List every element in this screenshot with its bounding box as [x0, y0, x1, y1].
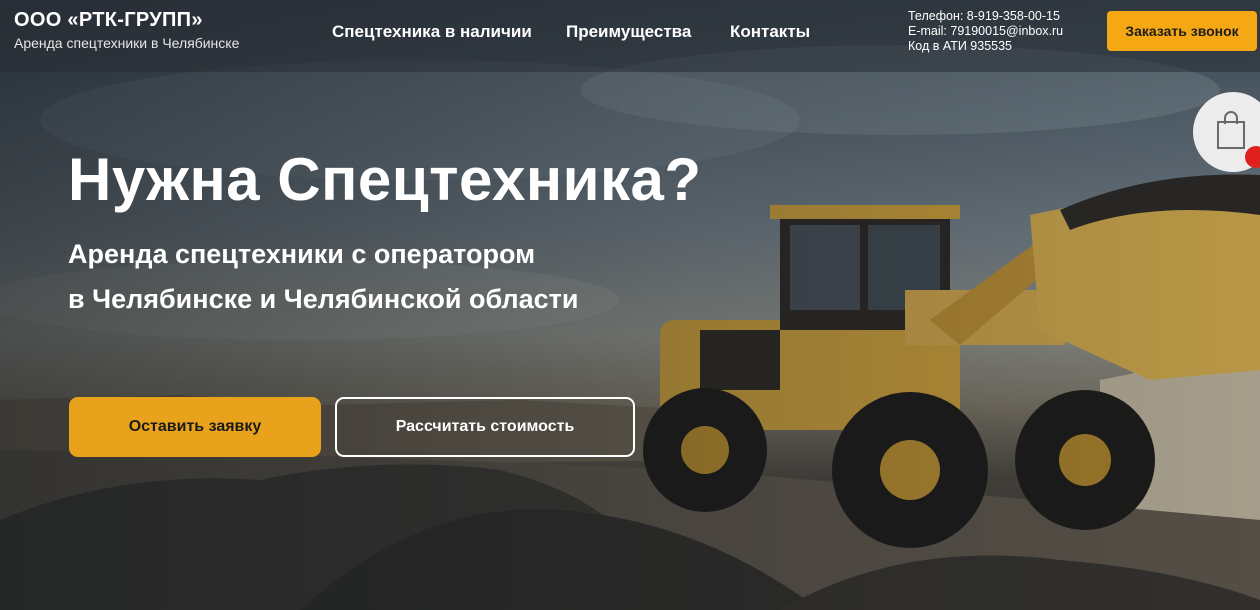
- header-contacts: Телефон: 8-919-358-00-15 E-mail: 7919001…: [908, 9, 1063, 54]
- order-call-button[interactable]: Заказать звонок: [1107, 11, 1257, 51]
- cart-count-badge: [1245, 146, 1260, 168]
- company-tagline: Аренда спецтехники в Челябинске: [14, 35, 240, 51]
- contact-email[interactable]: E-mail: 79190015@inbox.ru: [908, 24, 1063, 39]
- contact-ati-code: Код в АТИ 935535: [908, 39, 1013, 53]
- shopping-bag-icon: [1217, 111, 1245, 149]
- hero-subtitle: Аренда спецтехники с оператором в Челяби…: [68, 232, 578, 322]
- contact-phone[interactable]: Телефон: 8-919-358-00-15: [908, 9, 1063, 24]
- site-header: ООО «РТК-ГРУПП» Аренда спецтехники в Чел…: [0, 0, 1260, 72]
- company-name[interactable]: ООО «РТК-ГРУПП»: [14, 9, 203, 32]
- hero-title: Нужна Спецтехника?: [68, 146, 702, 213]
- hero-section: Нужна Спецтехника? Аренда спецтехники с …: [0, 0, 1260, 610]
- hero-subtitle-line-1: Аренда спецтехники с оператором: [68, 239, 536, 269]
- calculate-cost-button[interactable]: Рассчитать стоимость: [335, 397, 635, 457]
- nav-item-advantages[interactable]: Преимущества: [566, 22, 691, 42]
- nav-item-contacts[interactable]: Контакты: [730, 22, 810, 42]
- hero-subtitle-line-2: в Челябинске и Челябинской области: [68, 284, 579, 314]
- submit-request-button[interactable]: Оставить заявку: [69, 397, 321, 457]
- nav-item-equipment[interactable]: Спецтехника в наличии: [332, 22, 532, 42]
